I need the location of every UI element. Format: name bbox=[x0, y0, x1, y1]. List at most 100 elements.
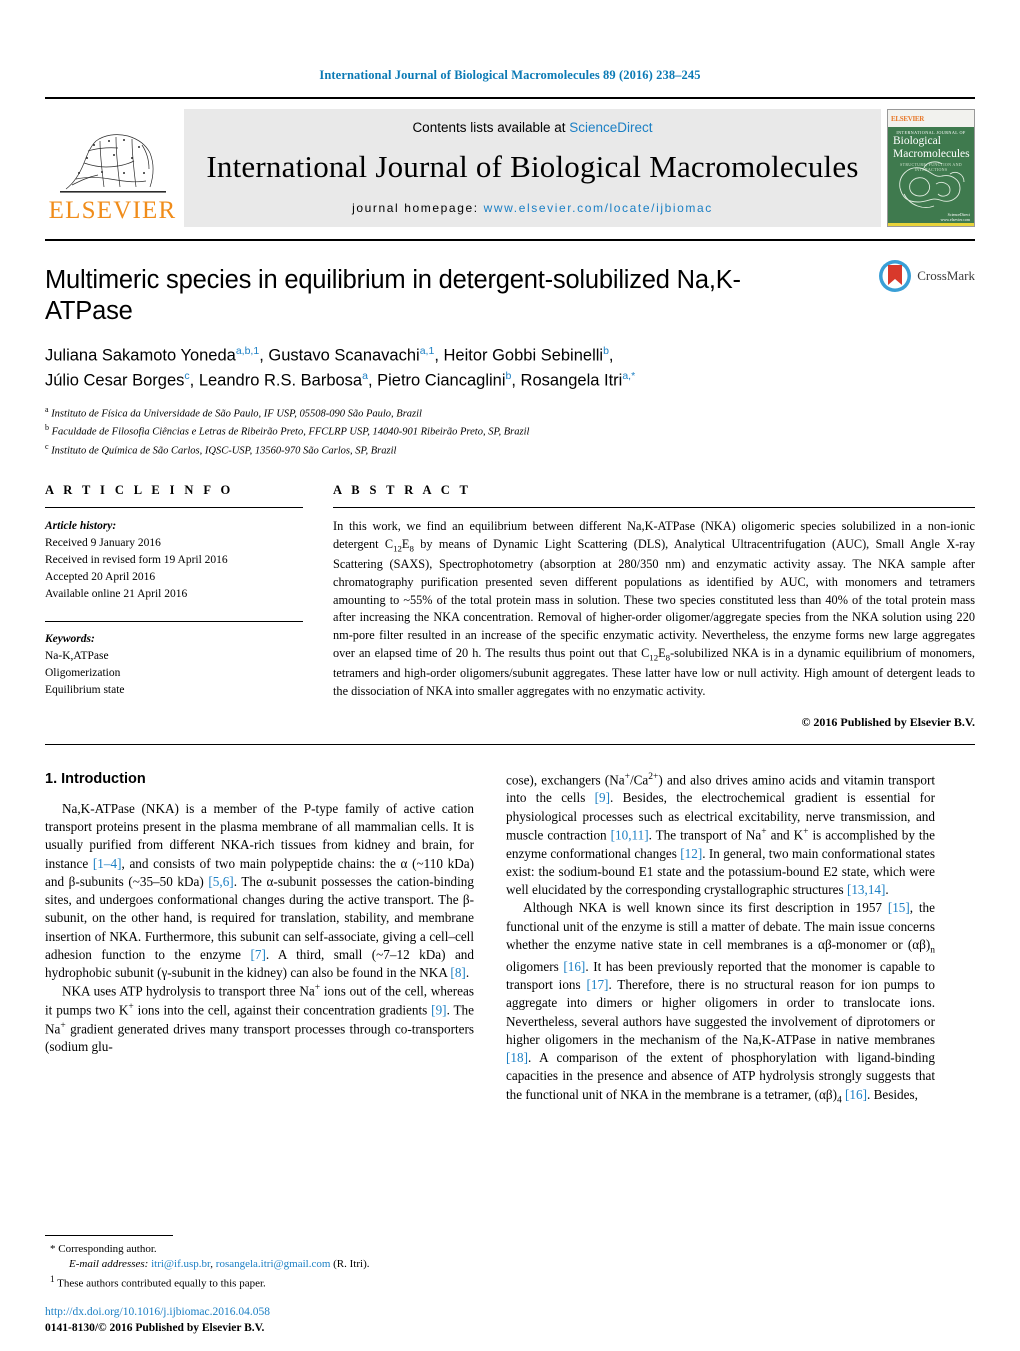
abstract-bottom-rule bbox=[45, 743, 975, 745]
homepage-url-link[interactable]: www.elsevier.com/locate/ijbiomac bbox=[484, 201, 713, 215]
citation-ref[interactable]: [9] bbox=[431, 1003, 446, 1018]
affiliation-marker: c bbox=[45, 441, 49, 451]
journal-masthead: ELSEVIER Contents lists available at Sci… bbox=[45, 97, 975, 227]
info-abstract-section: A R T I C L E I N F O Article history: R… bbox=[45, 483, 975, 729]
contents-available-line: Contents lists available at ScienceDirec… bbox=[412, 120, 652, 135]
text-run: ions into the cell, against their concen… bbox=[133, 1002, 432, 1018]
abstract-sub: 12 bbox=[393, 543, 402, 554]
affiliation-item: b Faculdade de Filosofia Ciências e Letr… bbox=[45, 422, 975, 440]
citation-ref[interactable]: [1–4] bbox=[93, 856, 122, 871]
keywords-divider bbox=[45, 621, 303, 623]
citation-ref[interactable]: [17] bbox=[586, 977, 608, 992]
paragraph: Na,K-ATPase (NKA) is a member of the P-t… bbox=[45, 800, 474, 983]
author-line-1: Juliana Sakamoto Yonedaa,b,1, Gustavo Sc… bbox=[45, 344, 835, 368]
running-head: International Journal of Biological Macr… bbox=[319, 68, 701, 82]
author-name: Júlio Cesar Borges bbox=[45, 371, 185, 390]
affiliation-list: a Instituto de Física da Universidade de… bbox=[45, 404, 975, 459]
subscript: 4 bbox=[836, 1095, 842, 1106]
author-name: , Gustavo Scanavachi bbox=[259, 346, 420, 365]
citation-ref[interactable]: [10,11] bbox=[611, 827, 649, 842]
text-run: . bbox=[885, 882, 889, 898]
author-line-comma: , bbox=[608, 346, 614, 365]
text-run: and K bbox=[766, 827, 804, 843]
affiliation-marker: a bbox=[45, 405, 49, 415]
cover-elsevier-mark: ELSEVIER bbox=[891, 114, 925, 123]
cover-publisher-bar: ELSEVIER bbox=[888, 110, 974, 127]
article-history-label: Article history: bbox=[45, 520, 117, 533]
text-run: /Ca bbox=[629, 772, 649, 788]
email-owner: (R. Itri). bbox=[330, 1258, 370, 1271]
author-name: , Leandro R.S. Barbosa bbox=[189, 371, 363, 390]
citation-ref[interactable]: [9] bbox=[595, 790, 610, 805]
article-page: International Journal of Biological Macr… bbox=[0, 0, 1020, 1351]
abstract-sub: 12 bbox=[649, 652, 659, 663]
text-run: cose), exchangers (Na bbox=[506, 772, 625, 788]
footnote-marker: * bbox=[50, 1242, 56, 1255]
title-area: CrossMark Multimeric species in equilibr… bbox=[45, 241, 975, 459]
keyword-item: Oligomerization bbox=[45, 667, 121, 680]
author-affil-marker[interactable]: a,1 bbox=[420, 345, 435, 357]
footnote-text: These authors contributed equally to thi… bbox=[57, 1278, 266, 1291]
article-info-heading: A R T I C L E I N F O bbox=[45, 483, 234, 498]
email-link-primary[interactable]: itri@if.usp.br bbox=[151, 1258, 210, 1270]
article-info-column: A R T I C L E I N F O Article history: R… bbox=[45, 483, 303, 729]
crossmark-badge[interactable]: CrossMark bbox=[878, 259, 975, 293]
page-title: Multimeric species in equilibrium in det… bbox=[45, 266, 741, 326]
contents-prefix: Contents lists available at bbox=[412, 120, 570, 135]
text-run: NKA uses ATP hydrolysis to transport thr… bbox=[62, 983, 315, 999]
article-info-rule bbox=[45, 507, 303, 509]
abstract-rule bbox=[333, 507, 975, 509]
journal-cover-thumbnail[interactable]: ELSEVIER INTERNATIONAL JOURNAL OF Biolog… bbox=[887, 109, 975, 227]
doi-block: http://dx.doi.org/10.1016/j.ijbiomac.201… bbox=[45, 1304, 270, 1337]
elsevier-wordmark: ELSEVIER bbox=[48, 197, 177, 224]
elsevier-logo: ELSEVIER bbox=[45, 109, 180, 227]
affiliation-text: Faculdade de Filosofia Ciências e Letras… bbox=[51, 426, 530, 438]
elsevier-tree-icon bbox=[59, 134, 166, 193]
footnote-equal-contribution: 1 These authors contributed equally to t… bbox=[45, 1273, 474, 1293]
citation-ref[interactable]: [12] bbox=[680, 846, 702, 861]
sciencedirect-link[interactable]: ScienceDirect bbox=[569, 120, 652, 135]
author-name: , Rosangela Itri bbox=[511, 371, 623, 390]
keyword-item: Na-K,ATPase bbox=[45, 650, 109, 663]
subscript: n bbox=[930, 945, 935, 956]
citation-ref[interactable]: [15] bbox=[888, 900, 910, 915]
journal-title: International Journal of Biological Macr… bbox=[206, 149, 859, 184]
email-label: E-mail addresses: bbox=[69, 1258, 149, 1271]
footnote-emails: E-mail addresses: itri@if.usp.br, rosang… bbox=[45, 1257, 474, 1273]
affiliation-marker: b bbox=[45, 423, 49, 433]
journal-homepage-line: journal homepage: www.elsevier.com/locat… bbox=[352, 201, 713, 215]
body-column-left: 1. Introduction Na,K-ATPase (NKA) is a m… bbox=[45, 771, 474, 1108]
history-item: Received in revised form 19 April 2016 bbox=[45, 554, 228, 567]
abstract-part: E bbox=[658, 646, 666, 661]
affiliation-item: c Instituto de Química de São Carlos, IQ… bbox=[45, 441, 975, 459]
keyword-item: Equilibrium state bbox=[45, 684, 125, 697]
citation-ref[interactable]: [8] bbox=[450, 965, 465, 980]
abstract-copyright: © 2016 Published by Elsevier B.V. bbox=[801, 714, 975, 729]
email-link-secondary[interactable]: rosangela.itri@gmail.com bbox=[216, 1258, 331, 1270]
abstract-body: In this work, we find an equilibrium bet… bbox=[333, 518, 975, 700]
text-run: . The transport of Na bbox=[648, 827, 762, 843]
cover-accent-bar bbox=[888, 223, 974, 226]
footnote-text: Corresponding author. bbox=[58, 1242, 157, 1255]
author-affil-marker[interactable]: a,* bbox=[622, 370, 635, 382]
citation-ref[interactable]: [7] bbox=[250, 947, 265, 962]
citation-ref[interactable]: [16] bbox=[563, 959, 585, 974]
author-name: Juliana Sakamoto Yoneda bbox=[45, 346, 236, 365]
citation-ref[interactable]: [5,6] bbox=[208, 874, 233, 889]
author-list: Juliana Sakamoto Yonedaa,b,1, Gustavo Sc… bbox=[45, 344, 835, 393]
citation-ref[interactable]: [16] bbox=[845, 1087, 867, 1102]
cover-sciencedirect-mark: ScienceDirect www.elsevier.com bbox=[940, 212, 970, 222]
abstract-part: by means of Dynamic Light Scattering (DL… bbox=[333, 537, 976, 661]
history-item: Accepted 20 April 2016 bbox=[45, 571, 156, 584]
journal-cover-block: ELSEVIER INTERNATIONAL JOURNAL OF Biolog… bbox=[887, 109, 975, 227]
affiliation-item: a Instituto de Física da Universidade de… bbox=[45, 404, 975, 422]
citation-ref[interactable]: [13,14] bbox=[847, 882, 885, 897]
footnote-corresponding-author: * Corresponding author. bbox=[45, 1242, 474, 1258]
doi-link[interactable]: http://dx.doi.org/10.1016/j.ijbiomac.201… bbox=[45, 1304, 270, 1321]
body-columns: 1. Introduction Na,K-ATPase (NKA) is a m… bbox=[45, 771, 975, 1108]
body-column-right: cose), exchangers (Na+/Ca2+) and also dr… bbox=[506, 771, 935, 1108]
author-affil-marker[interactable]: a,b,1 bbox=[236, 345, 259, 357]
author-name: , Heitor Gobbi Sebinelli bbox=[434, 346, 604, 365]
cover-molecule-icon bbox=[899, 161, 965, 208]
citation-ref[interactable]: [18] bbox=[506, 1050, 528, 1065]
